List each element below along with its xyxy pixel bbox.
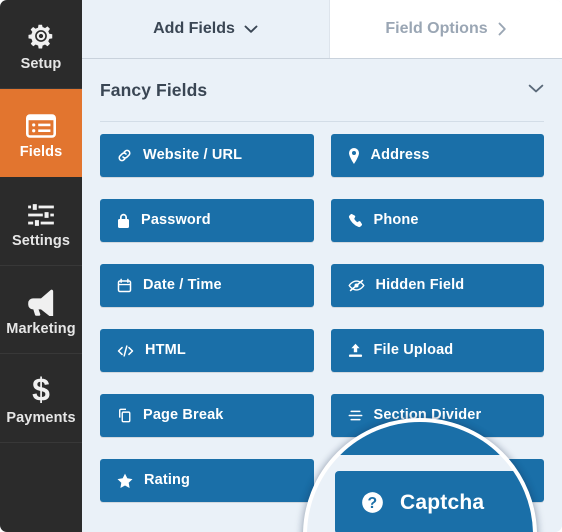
- sidebar-item-label: Setup: [21, 57, 62, 72]
- tab-field-options[interactable]: Field Options: [330, 0, 562, 58]
- sidebar-item-marketing[interactable]: Marketing: [0, 266, 82, 355]
- sidebar-item-fields[interactable]: Fields: [0, 89, 82, 178]
- pages-icon: [117, 408, 132, 423]
- eye-slash-icon: [348, 279, 365, 292]
- section-divider-rule: [100, 121, 544, 122]
- field-button-label: Password: [141, 213, 211, 228]
- field-button-label: Website / URL: [143, 148, 242, 163]
- sidebar: Setup Fields: [0, 0, 82, 532]
- field-button-date-time[interactable]: Date / Time: [100, 264, 314, 307]
- field-button-label: Phone: [374, 213, 419, 228]
- svg-text:$: $: [32, 373, 50, 405]
- dollar-icon: $: [30, 371, 52, 405]
- divider-icon: [348, 408, 363, 423]
- sidebar-item-label: Fields: [20, 145, 63, 160]
- tab-add-fields[interactable]: Add Fields: [82, 0, 330, 58]
- chevron-right-icon: [497, 22, 507, 36]
- magnified-divider-button-partial: [303, 418, 537, 455]
- section-title: Fancy Fields: [100, 80, 207, 101]
- field-button-label: Rating: [144, 473, 190, 488]
- field-button-label: Date / Time: [143, 278, 222, 293]
- field-button-phone[interactable]: Phone: [331, 199, 545, 242]
- gear-icon: [26, 17, 56, 51]
- sidebar-item-label: Marketing: [6, 322, 75, 337]
- field-button-file-upload[interactable]: File Upload: [331, 329, 545, 372]
- tab-add-fields-label: Add Fields: [153, 20, 235, 38]
- fancy-fields-header[interactable]: Fancy Fields: [100, 59, 544, 121]
- magnifier-content: ? Captcha: [307, 422, 537, 532]
- field-button-website-url[interactable]: Website / URL: [100, 134, 314, 177]
- link-icon: [117, 148, 132, 163]
- map-pin-icon: [348, 148, 360, 164]
- tab-field-options-label: Field Options: [385, 20, 487, 38]
- wpforms-form-builder: Setup Fields: [0, 0, 562, 532]
- question-circle-icon: ?: [361, 491, 384, 514]
- panel-tabs: Add Fields Field Options: [82, 0, 562, 59]
- svg-text:?: ?: [368, 495, 378, 512]
- sliders-icon: [26, 194, 56, 228]
- list-icon: [26, 105, 56, 139]
- calendar-icon: [117, 278, 132, 293]
- lock-icon: [117, 213, 130, 229]
- sidebar-item-label: Payments: [6, 411, 75, 426]
- magnified-captcha-label: Captcha: [400, 491, 484, 515]
- upload-icon: [348, 343, 363, 358]
- magnifier-overlay: ? Captcha: [303, 418, 537, 532]
- phone-icon: [348, 213, 363, 228]
- sidebar-item-setup[interactable]: Setup: [0, 0, 82, 89]
- field-button-address[interactable]: Address: [331, 134, 545, 177]
- field-button-label: Hidden Field: [376, 278, 465, 293]
- field-button-label: HTML: [145, 343, 186, 358]
- sidebar-item-settings[interactable]: Settings: [0, 177, 82, 266]
- field-button-label: Address: [371, 148, 430, 163]
- field-button-rating[interactable]: Rating: [100, 459, 314, 502]
- chevron-down-icon: [244, 24, 258, 34]
- sidebar-item-label: Settings: [12, 234, 70, 249]
- field-button-page-break[interactable]: Page Break: [100, 394, 314, 437]
- star-icon: [117, 473, 133, 488]
- fancy-fields-section: Fancy Fields: [82, 59, 562, 122]
- magnified-captcha-button[interactable]: ? Captcha: [335, 471, 537, 532]
- field-button-password[interactable]: Password: [100, 199, 314, 242]
- field-button-html[interactable]: HTML: [100, 329, 314, 372]
- megaphone-icon: [25, 282, 57, 316]
- field-button-label: File Upload: [374, 343, 454, 358]
- field-button-label: Page Break: [143, 408, 224, 423]
- field-button-hidden-field[interactable]: Hidden Field: [331, 264, 545, 307]
- sidebar-item-payments[interactable]: $ Payments: [0, 354, 82, 443]
- code-icon: [117, 344, 134, 358]
- chevron-down-icon[interactable]: [528, 81, 544, 99]
